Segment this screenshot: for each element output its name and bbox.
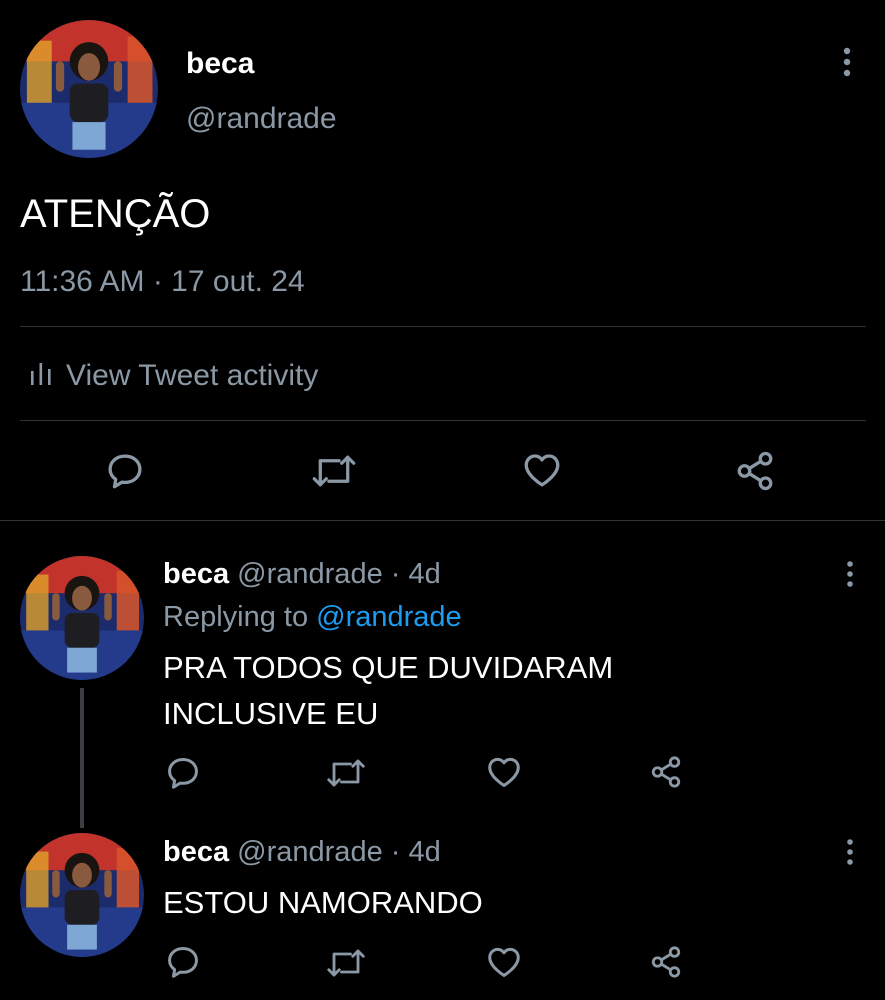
comment-icon[interactable]	[164, 754, 202, 792]
replying-prefix: Replying to	[163, 601, 309, 633]
retweet-icon[interactable]	[325, 755, 367, 791]
reply-meta: @randrade · 4d	[237, 836, 441, 868]
replying-handle-link[interactable]: @randrade	[316, 601, 462, 633]
comment-icon[interactable]	[164, 943, 202, 981]
more-vertical-icon[interactable]	[840, 46, 854, 78]
view-tweet-activity-link[interactable]: View Tweet activity	[30, 356, 318, 396]
activity-label: View Tweet activity	[66, 359, 319, 392]
share-icon[interactable]	[734, 450, 776, 492]
share-icon[interactable]	[649, 755, 683, 789]
heart-icon[interactable]	[485, 753, 523, 791]
bar-chart-icon	[30, 356, 52, 396]
reply-text-line: INCLUSIVE EU	[163, 696, 379, 731]
reply-meta: @randrade · 4d	[237, 558, 441, 590]
avatar[interactable]	[20, 20, 158, 158]
author-name[interactable]: beca	[163, 836, 229, 868]
author-name[interactable]: beca	[163, 558, 229, 590]
retweet-icon[interactable]	[310, 450, 358, 492]
more-vertical-icon[interactable]	[844, 838, 856, 866]
thread-connector	[80, 688, 84, 828]
author-handle[interactable]: @randrade	[186, 99, 337, 139]
share-icon[interactable]	[649, 945, 683, 979]
replying-to: Replying to @randrade	[163, 598, 462, 636]
author-name[interactable]: beca	[186, 44, 254, 84]
avatar[interactable]	[20, 556, 144, 680]
reply-header: beca @randrade · 4d	[163, 555, 441, 593]
tweet-timestamp: 11:36 AM · 17 out. 24	[20, 265, 305, 298]
tweet-text: ATENÇÃO	[20, 192, 211, 236]
more-vertical-icon[interactable]	[844, 560, 856, 588]
reply-header: beca @randrade · 4d	[163, 833, 441, 871]
section-divider	[0, 520, 885, 521]
retweet-icon[interactable]	[325, 945, 367, 981]
comment-icon[interactable]	[104, 450, 146, 492]
heart-icon[interactable]	[485, 943, 523, 981]
avatar[interactable]	[20, 833, 144, 957]
reply-text-line: PRA TODOS QUE DUVIDARAM	[163, 650, 614, 685]
heart-icon[interactable]	[520, 449, 564, 491]
divider	[20, 420, 866, 421]
divider	[20, 326, 866, 327]
reply-text-line: ESTOU NAMORANDO	[163, 885, 483, 920]
